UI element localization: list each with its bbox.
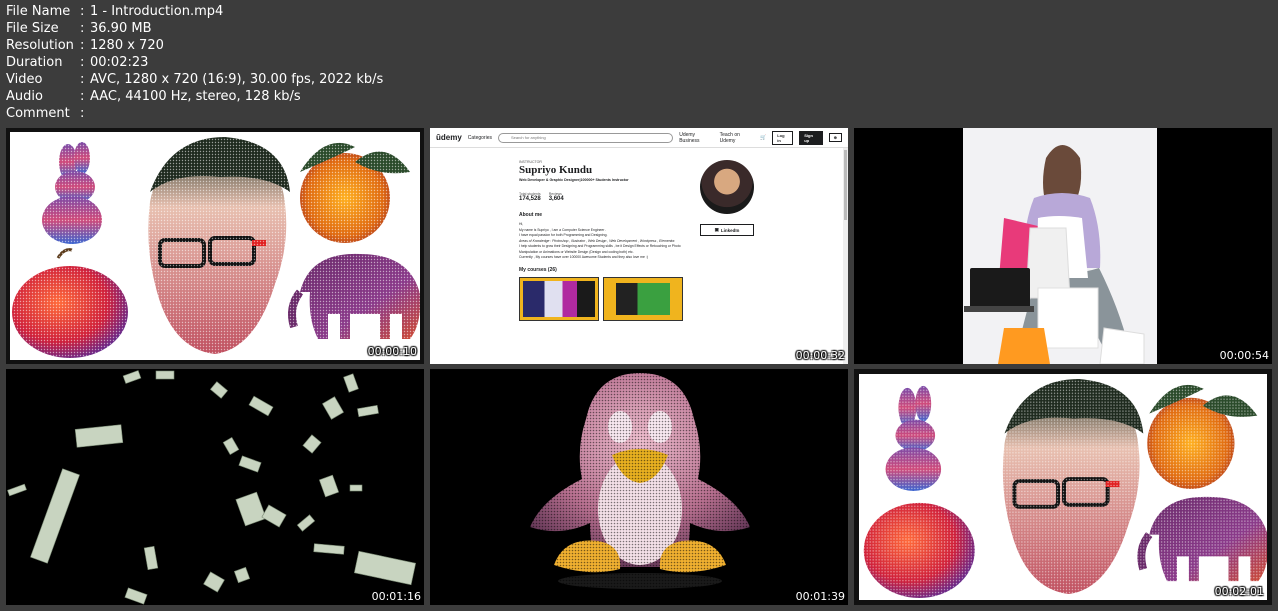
stipple-collage-image	[10, 132, 420, 360]
linkedin-label: LinkedIn	[720, 227, 740, 233]
meta-value: 1 - Introduction.mp4	[90, 4, 224, 19]
udemy-logo: ūdemy	[436, 133, 462, 142]
udemy-headline: Web Developer & Graphic Designer|100000+…	[519, 178, 629, 182]
timestamp: 00:02:01	[1214, 585, 1264, 598]
udemy-search-input: Search for anything	[497, 132, 674, 143]
udemy-categories: Categories	[467, 134, 492, 141]
meta-row-audio: Audio : AAC, 44100 Hz, stereo, 128 kb/s	[6, 88, 383, 105]
meta-separator: :	[80, 106, 85, 121]
meta-value: 00:02:23	[90, 55, 149, 70]
udemy-linkedin-button: ▣ LinkedIn	[700, 224, 754, 236]
meta-separator: :	[80, 21, 85, 36]
meta-key: File Size	[6, 21, 59, 36]
falling-money-image	[6, 369, 424, 605]
stipple-penguin-image	[430, 369, 848, 605]
udemy-login-button: Log in	[772, 130, 794, 145]
globe-icon: ⊕	[828, 133, 843, 142]
meta-key: File Name	[6, 4, 71, 19]
thumbnail-6[interactable]: 00:02:01	[854, 369, 1272, 605]
udemy-courses-heading: My courses (26)	[519, 266, 557, 273]
meta-separator: :	[80, 72, 85, 87]
timestamp: 00:00:32	[795, 349, 845, 362]
udemy-bio: Hi, My name is Supriyo , I am a Computer…	[519, 222, 689, 261]
meta-key: Audio	[6, 89, 43, 104]
udemy-instructor-name: Supriyo Kundu	[519, 164, 593, 176]
meta-key: Comment	[6, 106, 70, 121]
thumbnail-3[interactable]: 00:00:54	[854, 128, 1272, 364]
meta-separator: :	[80, 89, 85, 104]
meta-row-resolution: Resolution : 1280 x 720	[6, 37, 383, 54]
udemy-header: ūdemy Categories Search for anything Ude…	[430, 128, 848, 148]
thumbnail-4[interactable]: 00:01:16	[6, 369, 424, 605]
meta-value: AVC, 1280 x 720 (16:9), 30.00 fps, 2022 …	[90, 72, 384, 87]
udemy-stats: Total students 174,528 Reviews 3,604	[519, 192, 689, 202]
bio-line: Currently , My courses have over 100000 …	[519, 255, 648, 259]
course-card	[519, 276, 599, 321]
udemy-course-cards	[519, 276, 689, 321]
cart-icon: 🛒	[759, 134, 767, 141]
thumbnail-2[interactable]: ūdemy Categories Search for anything Ude…	[430, 128, 848, 364]
meta-row-comment: Comment :	[6, 105, 383, 122]
thumbnail-5[interactable]: 00:01:39	[430, 369, 848, 605]
meta-separator: :	[80, 55, 85, 70]
thumbnail-grid: 00:00:10 ūdemy Categories Search for any…	[6, 128, 1272, 605]
meta-row-file-name: File Name : 1 - Introduction.mp4	[6, 3, 383, 20]
meta-value: 36.90 MB	[90, 21, 152, 36]
udemy-profile-screenshot: ūdemy Categories Search for anything Ude…	[430, 128, 848, 364]
timestamp: 00:01:39	[795, 590, 845, 603]
thumbnail-1[interactable]: 00:00:10	[6, 128, 424, 364]
course-card	[603, 276, 683, 321]
timestamp: 00:00:10	[367, 345, 417, 358]
meta-value: AAC, 44100 Hz, stereo, 128 kb/s	[90, 89, 301, 104]
instructor-avatar	[700, 160, 754, 214]
meta-separator: :	[80, 38, 85, 53]
udemy-profile-content: INSTRUCTOR Supriyo Kundu Web Developer &…	[519, 160, 689, 321]
udemy-scrollbar	[843, 148, 848, 364]
timestamp: 00:01:16	[371, 590, 421, 603]
meta-key: Resolution	[6, 38, 74, 53]
udemy-business-link: Udemy Business	[679, 131, 700, 144]
meta-row-video: Video : AVC, 1280 x 720 (16:9), 30.00 fp…	[6, 71, 383, 88]
meta-separator: :	[80, 4, 85, 19]
linkedin-icon: ▣	[714, 227, 719, 232]
file-metadata: File Name : 1 - Introduction.mp4 File Si…	[6, 3, 383, 122]
stat-value: 3,604	[548, 196, 564, 202]
udemy-signup-button: Sign up	[799, 130, 823, 145]
meta-key: Duration	[6, 55, 63, 70]
bio-line: I help students to grow their Designing …	[519, 244, 681, 254]
stat-value: 174,528	[519, 196, 541, 202]
meta-key: Video	[6, 72, 43, 87]
stipple-collage-image	[859, 374, 1267, 600]
shopping-woman-image	[854, 128, 1272, 364]
meta-row-file-size: File Size : 36.90 MB	[6, 20, 383, 37]
meta-row-duration: Duration : 00:02:23	[6, 54, 383, 71]
udemy-about-heading: About me	[519, 212, 543, 218]
timestamp: 00:00:54	[1219, 349, 1269, 362]
meta-value: 1280 x 720	[90, 38, 164, 53]
udemy-teach-link: Teach on Udemy	[719, 131, 740, 144]
